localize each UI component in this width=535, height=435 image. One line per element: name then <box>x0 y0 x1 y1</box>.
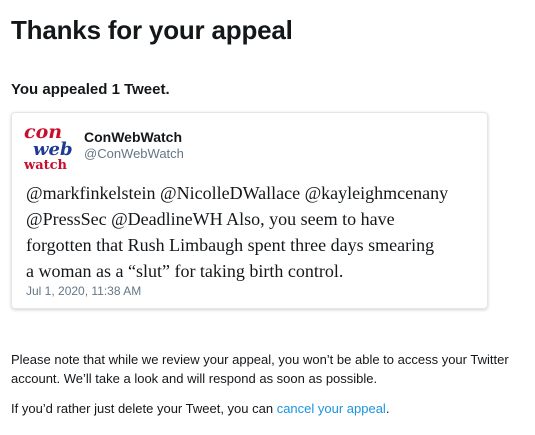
appeal-confirmation-page: Thanks for your appeal You appealed 1 Tw… <box>0 0 535 435</box>
avatar-logo-watch: watch <box>24 158 67 173</box>
tweet-timestamp: Jul 1, 2020, 11:38 AM <box>26 284 142 298</box>
tweet-text-line: @PressSec @DeadlineWH Also, you seem to … <box>26 209 395 229</box>
tweet-author-name: ConWebWatch <box>84 129 182 145</box>
avatar: con web watch <box>24 123 82 173</box>
appealed-tweet-card: con web watch ConWebWatch @ConWebWatch @… <box>11 112 488 309</box>
delete-tweet-notice: If you’d rather just delete your Tweet, … <box>11 399 389 418</box>
delete-notice-prefix: If you’d rather just delete your Tweet, … <box>11 401 277 416</box>
delete-notice-suffix: . <box>385 401 390 416</box>
tweet-text-line: a woman as a “slut” for taking birth con… <box>26 261 344 281</box>
page-title: Thanks for your appeal <box>11 15 293 45</box>
tweet-text-line: forgotten that Rush Limbaugh spent three… <box>26 235 435 255</box>
review-notice: Please note that while we review your ap… <box>11 352 509 386</box>
tweet-text-line: @markfinkelstein @NicolleDWallace @kayle… <box>26 183 449 203</box>
appeal-count-heading: You appealed 1 Tweet. <box>11 81 170 98</box>
cancel-appeal-link[interactable]: cancel your appeal <box>277 401 386 416</box>
tweet-author-handle: @ConWebWatch <box>84 146 184 161</box>
tweet-text: @markfinkelstein @NicolleDWallace @kayle… <box>26 180 476 284</box>
avatar-logo-web: web <box>33 139 73 160</box>
